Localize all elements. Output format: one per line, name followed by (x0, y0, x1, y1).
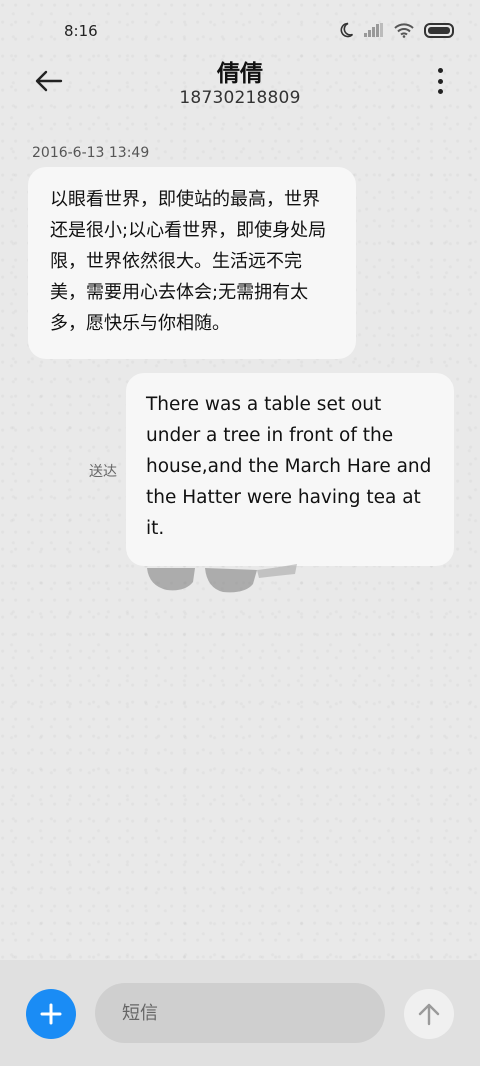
contact-name: 倩倩 (217, 61, 263, 87)
send-button[interactable] (404, 989, 454, 1039)
phone-number: 18730218809 (179, 88, 301, 108)
message-timestamp: 2016-6-13 13:49 (32, 145, 150, 161)
add-attachment-button[interactable] (26, 989, 76, 1039)
more-options-button[interactable] (436, 68, 444, 94)
more-dot-icon (437, 89, 443, 94)
more-dot-icon (437, 78, 443, 84)
do-not-disturb-icon (340, 22, 354, 38)
delivery-status: 送达 (89, 464, 117, 480)
signal-icon (364, 23, 383, 37)
wifi-icon (394, 22, 414, 38)
composer-bar (0, 960, 480, 1066)
message-input-container (95, 983, 385, 1043)
status-bar: 8:16 (0, 0, 480, 62)
message-input[interactable] (95, 983, 362, 1043)
outgoing-message-bubble[interactable]: There was a table set out under a tree i… (126, 373, 454, 566)
more-dot-icon (437, 68, 443, 73)
status-icons (338, 22, 454, 38)
incoming-message-bubble[interactable]: 以眼看世界，即使站的最高，世界还是很小;以心看世界，即使身处局限，世界依然很大。… (28, 167, 356, 359)
status-time: 8:16 (64, 22, 98, 40)
send-arrow-icon (418, 1003, 440, 1026)
background-illustration (147, 564, 297, 593)
battery-icon (424, 22, 454, 38)
plus-icon (40, 1003, 62, 1025)
conversation-header: 倩倩 18730218809 (0, 54, 480, 124)
